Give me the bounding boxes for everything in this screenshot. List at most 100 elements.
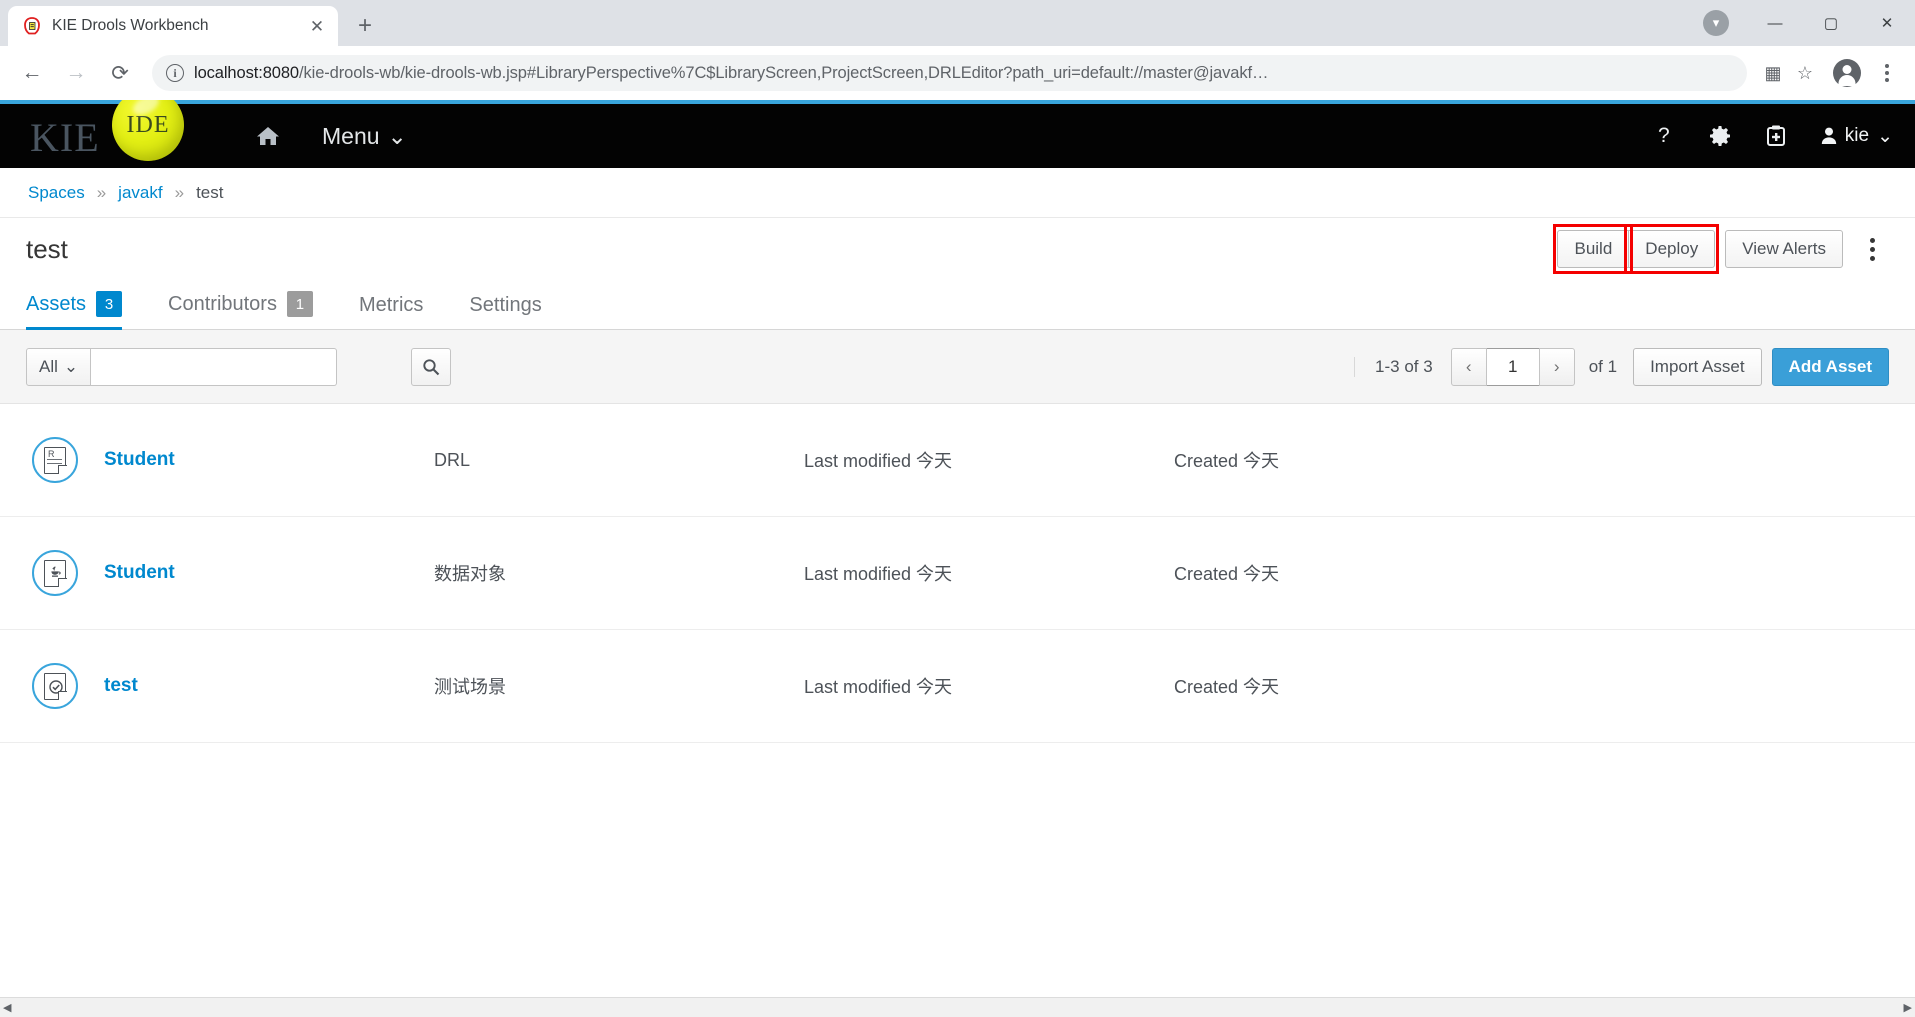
java-data-object-icon — [32, 550, 78, 596]
tab-settings-label: Settings — [469, 294, 542, 316]
page-number-input[interactable] — [1486, 347, 1539, 386]
kie-header: KIE IDE Menu ⌄ ? kie ⌄ — [0, 100, 1915, 168]
browser-tab-title: KIE Drools Workbench — [52, 17, 209, 34]
scroll-right-icon[interactable]: ▶ — [1904, 1001, 1912, 1014]
tab-contributors-label: Contributors — [168, 292, 277, 315]
kit-icon[interactable] — [1765, 125, 1787, 147]
tab-metrics[interactable]: Metrics — [343, 294, 439, 329]
browser-tabstrip: KIE Drools Workbench ✕ + ▾ — ▢ ✕ — [0, 0, 1915, 46]
asset-last-modified: Last modified 今天 — [804, 564, 953, 584]
page-content: KIE IDE Menu ⌄ ? kie ⌄ Spaces » javakf »… — [0, 100, 1915, 1017]
tab-contributors-badge: 1 — [286, 291, 313, 317]
profile-avatar[interactable] — [1833, 59, 1861, 87]
kie-logo[interactable]: KIE IDE — [22, 100, 204, 170]
asset-filter-group: All ⌄ — [26, 347, 338, 386]
search-input[interactable] — [91, 347, 338, 386]
forward-button: → — [65, 61, 87, 84]
pagination-controls: 1-3 of 3 ‹ › of 1 Import Asset Add Asset — [1354, 347, 1889, 386]
help-icon[interactable]: ? — [1653, 124, 1675, 148]
tab-settings[interactable]: Settings — [453, 294, 557, 329]
address-bar[interactable]: i localhost:8080/kie-drools-wb/kie-drool… — [152, 55, 1747, 91]
tab-metrics-label: Metrics — [358, 294, 424, 316]
browser-toolbar: ← → ⟳ i localhost:8080/kie-drools-wb/kie… — [0, 46, 1915, 100]
ide-ball-text: IDE — [126, 111, 170, 138]
asset-last-modified: Last modified 今天 — [804, 677, 953, 697]
asset-created: Created 今天 — [1174, 451, 1280, 471]
user-icon — [1821, 127, 1836, 144]
back-button[interactable]: ← — [12, 53, 52, 93]
new-tab-button[interactable]: + — [348, 9, 382, 43]
site-info-icon[interactable]: i — [166, 64, 184, 82]
kie-favicon-icon — [22, 16, 42, 36]
result-range-text: 1-3 of 3 — [1354, 356, 1451, 377]
project-header: test Build Deploy View Alerts — [0, 218, 1915, 280]
tab-contributors[interactable]: Contributors 1 — [152, 291, 329, 329]
address-bar-url: localhost:8080/kie-drools-wb/kie-drools-… — [194, 64, 1733, 83]
minimize-button[interactable]: — — [1747, 0, 1803, 46]
asset-name-link[interactable]: Student — [104, 449, 434, 471]
asset-type-filter-dropdown[interactable]: All ⌄ — [26, 347, 92, 386]
scroll-left-icon[interactable]: ◀ — [3, 1001, 11, 1014]
previous-page-button[interactable]: ‹ — [1450, 347, 1487, 386]
ide-ball-icon: IDE — [112, 100, 184, 161]
asset-created: Created 今天 — [1174, 564, 1280, 584]
tab-assets-badge: 3 — [96, 291, 123, 317]
project-tabs: Assets 3 Contributors 1 Metrics Settings — [0, 280, 1915, 330]
table-row[interactable]: Student 数据对象 Last modified 今天 Created 今天 — [0, 517, 1915, 630]
user-name: kie — [1844, 125, 1870, 146]
chevron-down-icon: ⌄ — [1877, 125, 1893, 147]
asset-list: R Student DRL Last modified 今天 Created 今… — [0, 404, 1915, 1017]
scrollbar-track[interactable] — [15, 1001, 1900, 1014]
asset-type: DRL — [434, 449, 471, 470]
breadcrumb-separator: » — [96, 182, 107, 202]
view-alerts-button[interactable]: View Alerts — [1725, 230, 1843, 268]
gear-icon[interactable] — [1709, 125, 1731, 147]
address-bar-host: localhost:8080 — [194, 63, 300, 82]
tab-assets[interactable]: Assets 3 — [26, 291, 138, 330]
browser-window: KIE Drools Workbench ✕ + ▾ — ▢ ✕ ← → ⟳ i… — [0, 0, 1915, 1017]
close-window-button[interactable]: ✕ — [1859, 0, 1915, 46]
asset-name-link[interactable]: test — [104, 675, 434, 697]
update-badge-icon[interactable]: ▾ — [1703, 10, 1729, 36]
asset-type: 数据对象 — [434, 564, 506, 584]
project-overflow-menu-icon[interactable] — [1855, 230, 1889, 268]
maximize-button[interactable]: ▢ — [1803, 0, 1859, 46]
horizontal-scrollbar[interactable]: ◀ ▶ — [0, 997, 1915, 1017]
qr-code-icon[interactable]: ▦ — [1759, 59, 1787, 87]
user-menu[interactable]: kie ⌄ — [1821, 125, 1893, 148]
build-deploy-group: Build Deploy — [1557, 230, 1716, 268]
browser-menu-icon[interactable] — [1871, 57, 1903, 89]
address-bar-path: /kie-drools-wb/kie-drools-wb.jsp#Library… — [299, 63, 1269, 82]
drl-file-icon: R — [32, 437, 78, 483]
breadcrumb-item-javakf[interactable]: javakf — [118, 183, 162, 203]
search-icon — [423, 358, 440, 375]
table-row[interactable]: test 测试场景 Last modified 今天 Created 今天 — [0, 630, 1915, 743]
table-row[interactable]: R Student DRL Last modified 今天 Created 今… — [0, 404, 1915, 517]
browser-tab[interactable]: KIE Drools Workbench ✕ — [8, 6, 338, 46]
asset-last-modified: Last modified 今天 — [804, 451, 953, 471]
search-button[interactable] — [411, 347, 452, 386]
breadcrumb-item-test: test — [196, 182, 224, 202]
asset-type: 测试场景 — [434, 677, 506, 697]
bookmark-star-icon[interactable]: ☆ — [1791, 59, 1819, 87]
page-title: test — [26, 233, 68, 264]
menu-button[interactable]: Menu ⌄ — [322, 123, 407, 150]
pager: ‹ › — [1450, 347, 1575, 386]
total-pages-text: of 1 — [1588, 356, 1618, 376]
asset-name-link[interactable]: Student — [104, 562, 434, 584]
project-actions: Build Deploy View Alerts — [1557, 230, 1889, 268]
test-scenario-icon — [32, 663, 78, 709]
add-asset-button[interactable]: Add Asset — [1771, 347, 1889, 386]
close-icon[interactable]: ✕ — [306, 15, 328, 37]
deploy-button[interactable]: Deploy — [1628, 230, 1716, 268]
home-icon[interactable] — [252, 120, 284, 152]
build-button[interactable]: Build — [1557, 230, 1630, 268]
menu-label: Menu — [322, 122, 380, 149]
next-page-button[interactable]: › — [1538, 347, 1575, 386]
assets-toolbar: All ⌄ 1-3 of 3 ‹ › of 1 Import — [0, 330, 1915, 404]
reload-button[interactable]: ⟳ — [100, 53, 140, 93]
kie-header-actions: ? kie ⌄ — [1653, 124, 1893, 148]
asset-created: Created 今天 — [1174, 677, 1280, 697]
breadcrumb-item-spaces[interactable]: Spaces — [28, 183, 85, 203]
import-asset-button[interactable]: Import Asset — [1633, 347, 1762, 386]
